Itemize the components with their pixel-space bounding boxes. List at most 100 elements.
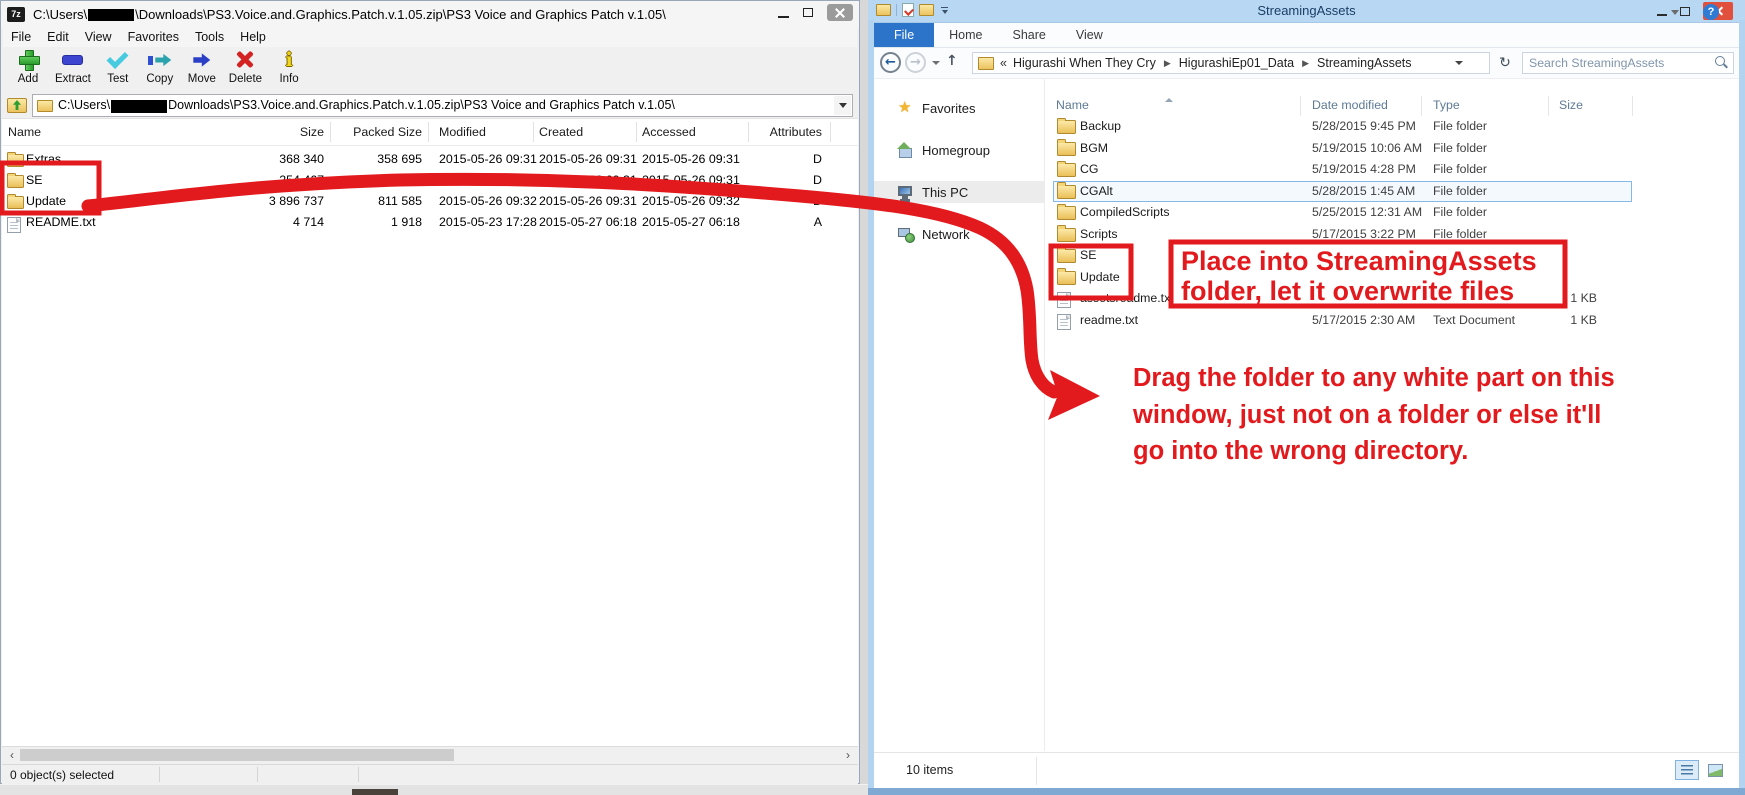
column-header-accessed[interactable]: Accessed bbox=[642, 125, 752, 139]
column-header-created[interactable]: Created bbox=[539, 125, 649, 139]
cell-name: readme.txt bbox=[1080, 313, 1138, 327]
list-item[interactable]: Backup 5/28/2015 9:45 PM File folder bbox=[1045, 116, 1737, 138]
ribbon-collapse-icon[interactable] bbox=[1671, 10, 1679, 15]
column-header-name[interactable]: Name bbox=[8, 125, 193, 139]
search-icon[interactable] bbox=[1713, 55, 1729, 71]
up-button[interactable]: ↑ bbox=[946, 53, 958, 69]
maximize-icon[interactable] bbox=[803, 8, 813, 17]
list-item[interactable]: CGAlt 5/28/2015 1:45 AM File folder bbox=[1045, 181, 1737, 203]
address-dropdown-icon[interactable] bbox=[1455, 61, 1463, 65]
list-item[interactable]: assetsreadme.txt 1 KB bbox=[1045, 288, 1737, 310]
column-divider[interactable] bbox=[428, 122, 429, 142]
sidebar-item-network[interactable]: Network bbox=[874, 223, 1044, 245]
menu-item[interactable]: File bbox=[3, 30, 39, 44]
explorer-titlebar[interactable]: StreamingAssets bbox=[868, 0, 1745, 23]
sevenzip-titlebar[interactable]: 7z C:\Users\\Downloads\PS3.Voice.and.Gra… bbox=[1, 1, 859, 27]
toolbar-button[interactable]: Add bbox=[7, 47, 49, 86]
back-button[interactable]: ← bbox=[880, 52, 901, 73]
ribbon-tab[interactable]: Home bbox=[934, 23, 997, 47]
toolbar-button-label: Add bbox=[18, 73, 38, 85]
toolbar-button[interactable]: Delete bbox=[223, 47, 268, 86]
menu-item[interactable]: View bbox=[77, 30, 120, 44]
search-input[interactable] bbox=[1523, 56, 1713, 70]
column-header-size[interactable]: Size bbox=[1559, 98, 1583, 112]
breadcrumb-item[interactable]: Higurashi When They Cry▶ bbox=[1013, 56, 1179, 70]
minimize-icon[interactable] bbox=[1657, 14, 1667, 16]
column-header-packed-size[interactable]: Packed Size bbox=[332, 125, 422, 139]
sevenzip-column-headers: Name Size Packed Size Modified Created A… bbox=[2, 119, 858, 146]
toolbar-button[interactable]: Copy bbox=[139, 47, 181, 86]
recent-locations-icon[interactable] bbox=[932, 61, 940, 65]
column-divider[interactable] bbox=[748, 122, 749, 142]
address-combobox[interactable]: C:\Users\Downloads\PS3.Voice.and.Graphic… bbox=[32, 94, 853, 117]
breadcrumb-overflow-icon[interactable]: « bbox=[1000, 56, 1007, 70]
list-item[interactable]: Scripts 5/17/2015 3:22 PM File folder bbox=[1045, 224, 1737, 246]
column-divider[interactable] bbox=[1632, 96, 1633, 116]
cell-created: 2015-05-26 09:31 bbox=[539, 152, 649, 166]
scrollbar-thumb[interactable] bbox=[20, 749, 454, 761]
list-item[interactable]: SE bbox=[1045, 245, 1737, 267]
menu-item[interactable]: Favorites bbox=[120, 30, 187, 44]
address-dropdown-button[interactable] bbox=[834, 96, 851, 115]
help-icon[interactable]: ? bbox=[1703, 4, 1719, 20]
column-header-date-modified[interactable]: Date modified bbox=[1312, 98, 1388, 112]
sidebar-item-this-pc[interactable]: This PC bbox=[874, 181, 1044, 203]
column-divider[interactable] bbox=[636, 122, 637, 142]
column-divider[interactable] bbox=[1548, 96, 1549, 116]
menu-item[interactable]: Edit bbox=[39, 30, 77, 44]
menu-item[interactable]: Help bbox=[232, 30, 274, 44]
table-row[interactable]: README.txt 4 714 1 918 2015-05-23 17:28 … bbox=[2, 212, 858, 233]
maximize-icon[interactable] bbox=[1680, 7, 1690, 16]
toolbar-button[interactable]: Test bbox=[97, 47, 139, 86]
breadcrumb-label[interactable]: StreamingAssets bbox=[1317, 56, 1411, 70]
redacted-username bbox=[88, 9, 134, 21]
root-folder-icon[interactable] bbox=[7, 98, 27, 113]
sidebar-item-favorites[interactable]: Favorites bbox=[874, 97, 1044, 119]
column-divider[interactable] bbox=[1300, 96, 1301, 116]
list-item[interactable]: readme.txt 5/17/2015 2:30 AM Text Docume… bbox=[1045, 310, 1737, 332]
breadcrumb-item[interactable]: StreamingAssets bbox=[1317, 56, 1411, 70]
scroll-left-arrow-icon[interactable]: ‹ bbox=[4, 747, 20, 763]
refresh-icon[interactable]: ↻ bbox=[1494, 52, 1516, 74]
toolbar-button-label: Test bbox=[107, 73, 128, 85]
column-header-attributes[interactable]: Attributes bbox=[752, 125, 822, 139]
column-header-name[interactable]: Name bbox=[1056, 98, 1089, 112]
column-header-size[interactable]: Size bbox=[198, 125, 324, 139]
thumbnails-view-button[interactable] bbox=[1703, 760, 1727, 780]
sidebar-item-homegroup[interactable]: Homegroup bbox=[874, 139, 1044, 161]
toolbar-button[interactable]: Extract bbox=[49, 47, 97, 86]
cell-created: 2015-05-27 06:18 bbox=[539, 215, 649, 229]
column-divider[interactable] bbox=[830, 122, 831, 142]
breadcrumb-item[interactable]: HigurashiEp01_Data▶ bbox=[1179, 56, 1317, 70]
list-item[interactable]: BGM 5/19/2015 10:06 AM File folder bbox=[1045, 138, 1737, 160]
horizontal-scrollbar[interactable]: ‹ › bbox=[2, 746, 858, 764]
table-row[interactable]: Update 3 896 737 811 585 2015-05-26 09:3… bbox=[2, 191, 858, 212]
forward-button[interactable]: → bbox=[905, 52, 926, 73]
menu-item[interactable]: Tools bbox=[187, 30, 232, 44]
column-header-type[interactable]: Type bbox=[1433, 98, 1460, 112]
close-icon[interactable] bbox=[827, 4, 853, 21]
ribbon-tab[interactable]: View bbox=[1061, 23, 1118, 47]
search-box[interactable] bbox=[1522, 52, 1734, 74]
breadcrumb-label[interactable]: HigurashiEp01_Data bbox=[1179, 56, 1294, 70]
column-divider[interactable] bbox=[533, 122, 534, 142]
column-divider[interactable] bbox=[1421, 96, 1422, 116]
breadcrumb-label[interactable]: Higurashi When They Cry bbox=[1013, 56, 1156, 70]
scroll-right-arrow-icon[interactable]: › bbox=[840, 747, 856, 763]
table-row[interactable]: SE 254 467 214 569 2015-05-26 09:31 2015… bbox=[2, 170, 858, 191]
breadcrumb[interactable]: « Higurashi When They Cry▶HigurashiEp01_… bbox=[972, 52, 1490, 74]
list-item[interactable]: CompiledScripts 5/25/2015 12:31 AM File … bbox=[1045, 202, 1737, 224]
cell-name: CompiledScripts bbox=[1080, 205, 1170, 219]
file-type-icon bbox=[1057, 206, 1076, 220]
details-view-button[interactable] bbox=[1675, 760, 1699, 780]
column-divider[interactable] bbox=[330, 122, 331, 142]
list-item[interactable]: Update bbox=[1045, 267, 1737, 289]
list-item[interactable]: CG 5/19/2015 4:28 PM File folder bbox=[1045, 159, 1737, 181]
toolbar-button[interactable]: Info bbox=[268, 47, 310, 86]
ribbon-tab[interactable]: Share bbox=[998, 23, 1061, 47]
ribbon-tab[interactable]: File bbox=[874, 23, 934, 47]
table-row[interactable]: Extras 368 340 358 695 2015-05-26 09:31 … bbox=[2, 149, 858, 170]
minimize-icon[interactable] bbox=[778, 16, 789, 18]
sevenzip-rows: Extras 368 340 358 695 2015-05-26 09:31 … bbox=[2, 149, 858, 233]
toolbar-button[interactable]: Move bbox=[181, 47, 223, 86]
